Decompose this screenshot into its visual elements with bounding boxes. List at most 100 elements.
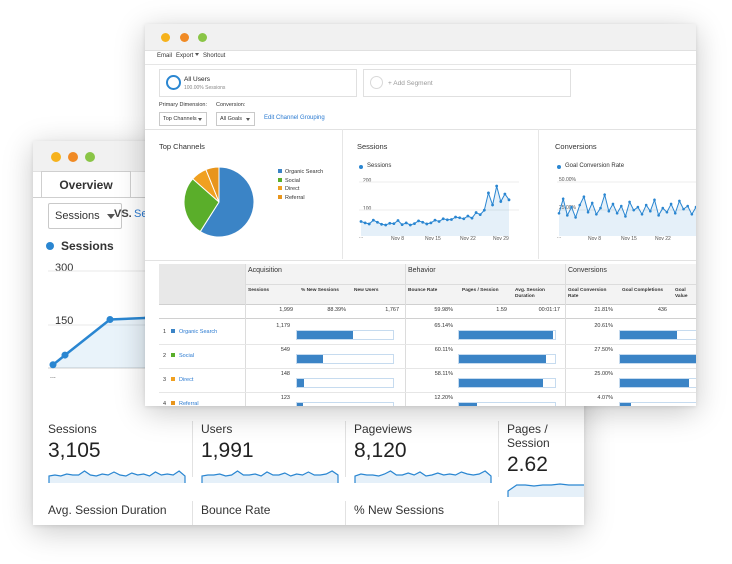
sessions-bar-track [296, 354, 394, 364]
x-tick: Nov 22 [460, 236, 476, 242]
metric-label: % New Sessions [354, 503, 445, 517]
cell-goal-conversion-rate: 20.61% [594, 323, 613, 329]
metric-label: Sessions [48, 422, 97, 436]
total-sessions: 1,999 [279, 307, 293, 313]
sparkline [48, 470, 186, 483]
col-goal-completions[interactable]: Goal Completions [622, 288, 666, 294]
minimize-window-button[interactable] [68, 152, 78, 162]
data-point [384, 223, 388, 227]
channel-swatch [171, 353, 175, 357]
table-row[interactable]: 1 Organic Search 1,179 65.14% 20.61% [159, 320, 696, 344]
cell-sessions: 549 [280, 347, 290, 353]
panel-top-divider [145, 129, 696, 130]
col-goal-conversion-rate[interactable]: Goal Conversion Rate [568, 288, 612, 300]
metric-value: 1,991 [201, 439, 254, 462]
conversion-label: Conversion: [216, 102, 246, 108]
channel-swatch [171, 401, 175, 405]
data-point [503, 192, 507, 196]
close-window-button[interactable] [161, 33, 170, 42]
data-point [590, 201, 594, 205]
minimize-window-button[interactable] [180, 33, 189, 42]
table-row[interactable]: 3 Direct 148 58.11% 25.00% [159, 368, 696, 392]
maximize-window-button[interactable] [85, 152, 95, 162]
table-header-first-col [159, 264, 245, 304]
group-acquisition: Acquisition [248, 267, 282, 274]
conversion-bar-track [619, 402, 696, 406]
primary-dimension-value: Top Channels [163, 116, 197, 122]
data-point [628, 200, 631, 204]
x-tick: Nov 8 [391, 236, 405, 242]
conversion-select[interactable]: All Goals [216, 112, 255, 126]
maximize-window-button[interactable] [198, 33, 207, 42]
col-new-users[interactable]: New Users [354, 288, 379, 294]
shortcut-menu[interactable]: Shortcut [203, 53, 225, 59]
sessions-bar-track [296, 378, 394, 388]
metric-pageviews[interactable]: Pageviews 8,120 [354, 422, 492, 483]
table-row[interactable]: 2 Social 549 60.11% 27.50% [159, 344, 696, 368]
data-point [106, 316, 114, 323]
channel-swatch [171, 329, 175, 333]
group-behavior: Behavior [408, 267, 436, 274]
data-point [408, 223, 412, 227]
col-new-sessions[interactable]: % New Sessions [301, 288, 339, 294]
data-point [624, 215, 627, 218]
top-channels-title: Top Channels [159, 142, 205, 151]
metric-sessions[interactable]: Sessions 3,105 [48, 422, 186, 483]
segment-subtitle: 100.00% Sessions [184, 85, 226, 91]
cell-goal-conversion-rate: 25.00% [594, 371, 613, 377]
col-pages-per-session[interactable]: Pages / Session [462, 288, 499, 294]
vs-label: VS. [114, 208, 132, 220]
add-segment-button[interactable]: + Add Segment [363, 69, 571, 97]
primary-dimension-select[interactable]: Top Channels [159, 112, 207, 126]
metric-select[interactable]: Sessions [48, 203, 122, 229]
legend-label: Social [285, 178, 300, 184]
segment-all-users[interactable]: All Users 100.00% Sessions [159, 69, 357, 97]
col-sessions[interactable]: Sessions [248, 288, 269, 294]
data-point [574, 216, 577, 219]
export-menu[interactable]: Export [176, 53, 200, 59]
x-tick: ... [359, 234, 364, 240]
email-menu[interactable]: Email [157, 53, 172, 59]
col-bounce-rate[interactable]: Bounce Rate [408, 288, 437, 294]
add-segment-circle-icon [370, 76, 383, 89]
legend-swatch [278, 169, 282, 173]
data-point [371, 218, 375, 222]
data-point [507, 198, 511, 202]
table-row[interactable]: 4 Referral 123 12.20% 4.07% [159, 392, 696, 406]
row-channel-link[interactable]: Direct [171, 377, 193, 383]
metric-value: 3,105 [48, 439, 101, 462]
row-channel-name: Direct [179, 377, 194, 383]
data-point [566, 214, 569, 217]
row-channel-link[interactable]: Referral [171, 401, 199, 406]
x-tick: Nov 29 [493, 236, 509, 242]
conversion-bar-track [619, 378, 696, 388]
edit-channel-grouping-link[interactable]: Edit Channel Grouping [264, 115, 325, 121]
metric-avg-session-duration[interactable]: Avg. Session Duration [48, 503, 167, 517]
data-point [615, 211, 619, 215]
cell-goal-conversion-rate: 4.07% [597, 395, 613, 401]
data-point [445, 218, 449, 222]
row-channel-link[interactable]: Social [171, 353, 194, 359]
data-point [49, 361, 57, 369]
metric-pages-per-session[interactable]: Pages / Session 2.62 [507, 422, 584, 497]
data-point [458, 216, 462, 220]
metric-users[interactable]: Users 1,991 [201, 422, 339, 483]
data-point [425, 222, 429, 226]
metric-bounce-rate[interactable]: Bounce Rate [201, 503, 270, 517]
close-window-button[interactable] [51, 152, 61, 162]
metric-label: Pageviews [354, 422, 413, 436]
col-goal-value[interactable]: Goal Value [675, 288, 696, 300]
row-channel-link[interactable]: Organic Search [171, 329, 217, 335]
tab-overview[interactable]: Overview [41, 171, 131, 198]
header-divider [245, 284, 696, 285]
row-number: 1 [163, 329, 167, 335]
metric-new-sessions[interactable]: % New Sessions [354, 503, 444, 517]
totals-bottom [159, 318, 696, 319]
data-point [462, 217, 466, 221]
cell-bounce-rate: 60.11% [434, 347, 453, 353]
legend-direct: Direct [278, 186, 299, 192]
data-point [482, 208, 486, 212]
data-point [640, 213, 644, 216]
total-new-users: 1,767 [385, 307, 399, 313]
col-avg-session-duration[interactable]: Avg. Session Duration [515, 288, 559, 300]
